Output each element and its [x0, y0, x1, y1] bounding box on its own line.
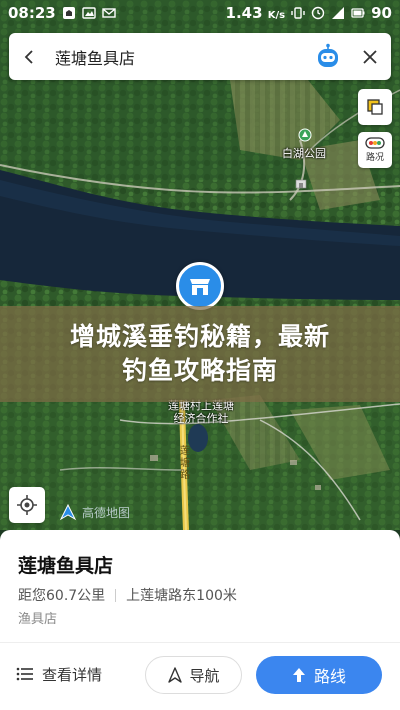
route-arrow-icon — [292, 668, 305, 682]
close-button[interactable] — [349, 33, 391, 80]
navigate-button[interactable]: 导航 — [145, 656, 242, 694]
store-location-pin[interactable] — [176, 262, 224, 310]
navigate-label: 导航 — [189, 666, 220, 685]
image-icon — [82, 7, 96, 19]
list-icon — [16, 667, 33, 681]
locate-me-button[interactable] — [9, 487, 45, 523]
action-bar: 查看详情 导航 路线 — [0, 654, 400, 698]
layers-icon — [367, 99, 383, 115]
road-label: 莲塘路 — [180, 446, 190, 481]
place-meta: 距您60.7公里 上莲塘路东100米 — [18, 585, 237, 605]
coop-label[interactable]: 莲塘村上莲塘 经济合作社 — [168, 399, 234, 425]
store-icon — [190, 279, 210, 295]
map-provider-logo: 高德地图 — [58, 502, 130, 522]
network-speed-unit: K/s — [267, 10, 286, 21]
assistant-button[interactable] — [307, 33, 349, 80]
traffic-light-icon — [365, 137, 385, 149]
place-address: 上莲塘路东100米 — [126, 588, 237, 604]
headline-line1: 增城溪垂钓秘籍，最新 — [69, 322, 330, 351]
network-speed-value: 1.43 — [225, 4, 263, 22]
map-logo-text: 高德地图 — [82, 505, 131, 520]
traffic-label: 路况 — [365, 153, 384, 163]
park-label[interactable]: 白湖公园 — [282, 147, 326, 160]
traffic-button[interactable]: 路况 — [358, 132, 392, 168]
place-name: 莲塘鱼具店 — [18, 555, 114, 577]
headline-line2: 钓鱼攻略指南 — [121, 356, 278, 385]
card-divider — [0, 642, 400, 643]
route-button[interactable]: 路线 — [256, 656, 382, 694]
vibrate-icon — [291, 7, 305, 19]
battery-icon — [351, 8, 365, 18]
article-headline-banner: 增城溪垂钓秘籍，最新 钓鱼攻略指南 — [0, 306, 400, 402]
robot-icon — [318, 43, 338, 67]
coop-label-line2: 经济合作社 — [173, 412, 229, 425]
map-logo-icon — [59, 503, 77, 521]
close-icon — [363, 49, 377, 64]
mail-icon — [102, 8, 116, 18]
battery-level: 90 — [371, 4, 392, 22]
view-details-label: 查看详情 — [42, 665, 103, 684]
meta-divider — [115, 588, 117, 602]
navigation-arrow-icon — [168, 667, 183, 683]
search-input[interactable]: 莲塘鱼具店 — [49, 45, 307, 69]
layers-button[interactable] — [358, 89, 392, 125]
signal-icon — [332, 7, 345, 19]
place-distance: 距您60.7公里 — [18, 588, 106, 604]
network-speed: 1.43 K/s — [226, 4, 286, 22]
alarm-icon — [311, 6, 325, 20]
notification-icon — [62, 7, 75, 19]
place-detail-card: 莲塘鱼具店 距您60.7公里 上莲塘路东100米 渔具店 查看详情 导航 路线 — [0, 530, 400, 710]
locate-crosshair-icon — [17, 495, 37, 515]
status-time: 08:23 — [8, 4, 56, 22]
back-arrow-icon — [24, 49, 33, 64]
search-bar: 莲塘鱼具店 — [9, 33, 391, 80]
status-bar: 08:23 1.43 K/s 90 — [0, 0, 400, 26]
place-category: 渔具店 — [18, 612, 58, 627]
view-details-button[interactable]: 查看详情 — [16, 654, 102, 694]
back-button[interactable] — [9, 33, 49, 80]
route-label: 路线 — [313, 667, 346, 686]
